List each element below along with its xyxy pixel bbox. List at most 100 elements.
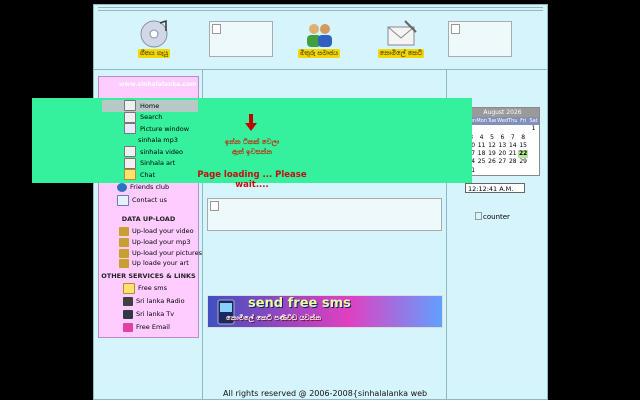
clock-display: 12:12:41 A.M.: [465, 183, 525, 193]
header-item-songs[interactable]: ගීතය ගැයූ: [124, 19, 184, 58]
upload-art-link[interactable]: Up loade your art: [119, 258, 189, 268]
calendar-day[interactable]: 29: [518, 158, 528, 166]
sidebar-item-video[interactable]: sinhala video: [102, 146, 198, 158]
service-free-sms[interactable]: Free sms: [123, 282, 167, 294]
calendar-day: [508, 125, 518, 133]
upload-label: Up-load your video: [132, 227, 194, 235]
calendar-day: [528, 167, 538, 175]
calendar-day[interactable]: 22: [517, 150, 529, 159]
service-label: Sri lanka Tv: [136, 310, 175, 318]
calendar-day[interactable]: 12: [487, 142, 497, 150]
calendar-week-row: 242526272829: [466, 158, 539, 166]
sidebar-item-label: Contact us: [132, 196, 167, 204]
calendar-day: [476, 125, 486, 133]
calendar-day[interactable]: 15: [518, 142, 528, 150]
calendar-day: [518, 125, 528, 133]
upload-video-link[interactable]: Up-load your video: [119, 226, 194, 236]
header-item-friends[interactable]: මිතුරු සමාජය: [284, 19, 354, 58]
cd-music-icon: [140, 19, 168, 48]
services-section-title: OTHER SERVICES & LINKS: [101, 272, 196, 280]
chat-icon: [124, 169, 136, 181]
service-radio[interactable]: Sri lanka Radio: [123, 296, 185, 306]
calendar-day[interactable]: 19: [487, 150, 497, 158]
calendar-day: [528, 142, 538, 150]
calendar-day[interactable]: 18: [476, 150, 486, 158]
service-label: Free Email: [136, 323, 170, 331]
upload-label: Up loade your art: [132, 259, 189, 267]
calendar-day[interactable]: 20: [497, 150, 507, 158]
arrow-down-icon: [245, 114, 257, 131]
upload-label: Up-load your pictures: [132, 249, 202, 257]
upload-mp3-link[interactable]: Up-load your mp3: [119, 237, 190, 247]
sidebar-item-label: sinhala video: [140, 147, 184, 156]
service-tv[interactable]: Sri lanka Tv: [123, 309, 174, 319]
sidebar-item-friends-club[interactable]: Friends club: [117, 182, 169, 192]
service-label: Free sms: [138, 284, 167, 292]
header-item-label: ගීතය ගැයූ: [138, 49, 170, 58]
upload-icon: [119, 248, 129, 258]
calendar-weekday: Wed: [497, 117, 509, 126]
upload-section-title: DATA UP-LOAD: [121, 215, 176, 223]
sidebar-item-contact[interactable]: Contact us: [117, 194, 167, 206]
calendar-day[interactable]: 7: [508, 134, 518, 142]
loading-message: Page loading ... Please wait....: [197, 170, 307, 190]
calendar-week-row: 31: [466, 167, 539, 175]
calendar-day[interactable]: 25: [476, 158, 486, 166]
sms-icon: [123, 282, 135, 294]
video-icon: [124, 146, 136, 158]
calendar-day[interactable]: 14: [508, 142, 518, 150]
site-url[interactable]: www.sinhalalanka.com: [119, 81, 196, 88]
radio-icon: [123, 296, 133, 306]
music-icon: [124, 136, 134, 145]
calendar-day[interactable]: 13: [497, 142, 507, 150]
sidebar-item-label: Chat: [140, 170, 156, 179]
calendar-day[interactable]: 1: [528, 125, 538, 133]
sms-envelope-icon: [387, 20, 417, 46]
picture-icon: [124, 123, 136, 135]
sidebar-item-label: Sinhala art: [140, 159, 176, 168]
calendar-day: [528, 158, 538, 166]
sidebar-item-search[interactable]: Search: [102, 111, 198, 124]
email-icon: [123, 322, 133, 332]
service-email[interactable]: Free Email: [123, 322, 170, 332]
calendar-widget: August 2026 SunMonTueWedThuFriSat 134567…: [465, 107, 540, 177]
calendar-day[interactable]: 11: [476, 142, 486, 150]
calendar-day[interactable]: 27: [497, 158, 507, 166]
calendar-day[interactable]: 26: [487, 158, 497, 166]
calendar-week-row: 101112131415: [466, 142, 539, 150]
calendar-weekday-row: SunMonTueWedThuFriSat: [466, 117, 539, 126]
calendar-day: [508, 167, 518, 175]
header-bar: ගීතය ගැයූ මිතුරු සමාජය නොමිලේ කෙටි: [94, 11, 547, 70]
calendar-day[interactable]: 28: [508, 158, 518, 166]
sidebar-item-mp3[interactable]: sinhala mp3: [102, 135, 198, 147]
free-sms-banner[interactable]: send free sms නොමිලේ කෙටි පණිවිඩ යවන්න: [207, 295, 443, 328]
upload-pictures-link[interactable]: Up-load your pictures: [119, 248, 202, 258]
friends-icon: [307, 24, 332, 47]
sidebar-item-home[interactable]: Home: [102, 100, 198, 112]
sidebar-item-label: Friends club: [130, 183, 170, 191]
sidebar-item-label: Home: [140, 101, 160, 110]
calendar-title: August 2026: [466, 108, 539, 117]
friends-club-icon: [117, 182, 127, 192]
calendar-day[interactable]: 6: [497, 134, 507, 142]
calendar-day[interactable]: 8: [518, 134, 528, 142]
calendar-day: [497, 167, 507, 175]
calendar-day: [487, 125, 497, 133]
upload-icon: [119, 237, 129, 247]
sidebar-item-art[interactable]: Sinhala art: [102, 157, 198, 170]
header-item-label: නොමිලේ කෙටි: [377, 49, 425, 58]
overlay-message-line1: ඉන්න ටිකක් වෙලා: [224, 138, 280, 146]
broken-image: [209, 21, 273, 57]
broken-image: [207, 198, 442, 231]
calendar-day[interactable]: 21: [508, 150, 518, 158]
calendar-day[interactable]: 4: [476, 134, 486, 142]
overlay-message-line2: ඇත් ඉවසන්න: [231, 148, 272, 156]
sidebar-item-label: Picture window: [140, 124, 190, 133]
sidebar-item-label: sinhala mp3: [138, 136, 178, 145]
calendar-week-row: 345678: [466, 134, 539, 142]
calendar-day[interactable]: 5: [487, 134, 497, 142]
upload-label: Up-load your mp3: [132, 238, 191, 246]
header-item-sms[interactable]: නොමිලේ කෙටි: [366, 19, 436, 58]
art-icon: [124, 157, 136, 169]
sidebar-item-picture-window[interactable]: Picture window: [102, 123, 198, 135]
